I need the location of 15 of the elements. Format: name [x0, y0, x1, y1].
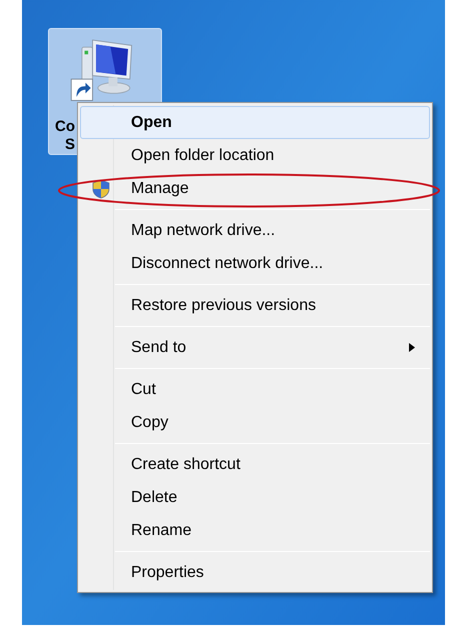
menu-item[interactable]: Rename [80, 514, 430, 547]
menu-item[interactable]: Open [80, 106, 430, 139]
menu-item[interactable]: Create shortcut [80, 448, 430, 481]
menu-item[interactable]: Map network drive... [80, 214, 430, 247]
menu-item[interactable]: Copy [80, 406, 430, 439]
shield-icon [92, 178, 110, 198]
submenu-arrow-icon [409, 343, 415, 352]
shortcut-label: Co [55, 118, 75, 136]
shortcut-label: S [64, 136, 76, 154]
menu-item[interactable]: Send to [80, 331, 430, 364]
menu-item[interactable]: Delete [80, 481, 430, 514]
menu-item[interactable]: Restore previous versions [80, 289, 430, 322]
menu-item[interactable]: Cut [80, 373, 430, 406]
menu-item[interactable]: Disconnect network drive... [80, 247, 430, 280]
menu-item[interactable]: Properties [80, 556, 430, 589]
